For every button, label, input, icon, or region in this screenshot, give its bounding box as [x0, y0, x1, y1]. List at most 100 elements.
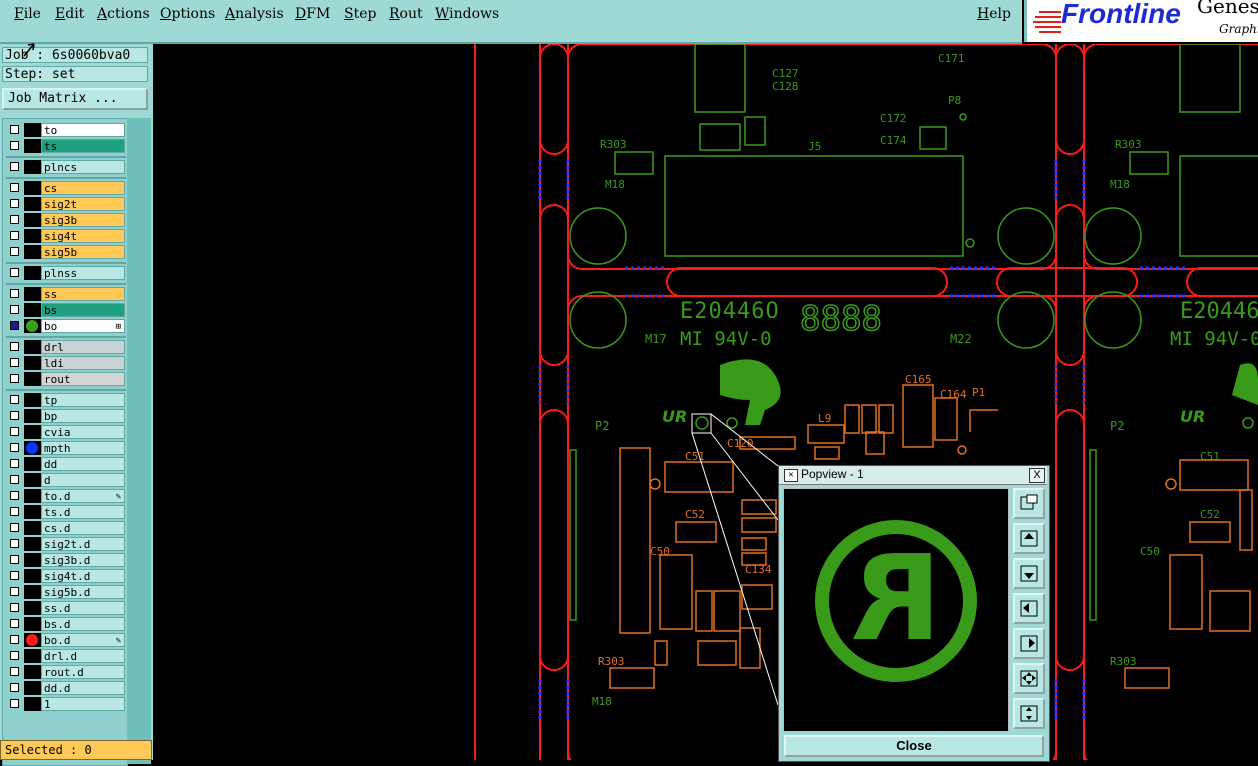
layer-row[interactable]: drl.d — [6, 649, 126, 664]
layer-name[interactable]: drl — [41, 340, 125, 354]
layer-color-well[interactable] — [24, 505, 41, 519]
layer-row[interactable]: rout — [6, 372, 126, 387]
layer-name[interactable]: sig2t — [41, 197, 125, 211]
layer-checkbox[interactable] — [10, 683, 19, 692]
menu-step[interactable]: Step — [344, 6, 376, 22]
layer-color-well[interactable] — [24, 697, 41, 711]
layer-checkbox[interactable] — [10, 162, 19, 171]
layer-name[interactable]: dd.d — [41, 681, 125, 695]
layer-checkbox[interactable] — [10, 491, 19, 500]
layer-name[interactable]: sig2t.d — [41, 537, 125, 551]
layer-color-well[interactable] — [24, 245, 41, 259]
layer-row[interactable]: bp — [6, 409, 126, 424]
layer-row[interactable]: sig4t — [6, 229, 126, 244]
layer-checkbox[interactable] — [10, 289, 19, 298]
layer-color-well[interactable] — [24, 372, 41, 386]
layer-row[interactable]: ss — [6, 287, 126, 302]
layer-name[interactable]: sig5b.d — [41, 585, 125, 599]
layer-checkbox[interactable] — [10, 539, 19, 548]
popview-close-button[interactable]: Close — [784, 735, 1044, 757]
layer-name[interactable]: plnss — [41, 266, 125, 280]
layer-row[interactable]: ss.d — [6, 601, 126, 616]
layer-checkbox[interactable] — [10, 523, 19, 532]
layer-name[interactable]: rout.d — [41, 665, 125, 679]
layer-checkbox[interactable] — [10, 141, 19, 150]
layer-row[interactable]: plncs — [6, 160, 126, 175]
zoom-in-button[interactable] — [1013, 698, 1045, 729]
layer-checkbox[interactable] — [10, 443, 19, 452]
layer-checkbox[interactable] — [10, 459, 19, 468]
layer-row[interactable]: sig2t.d — [6, 537, 126, 552]
layer-color-well[interactable] — [24, 356, 41, 370]
layer-color-well[interactable] — [24, 213, 41, 227]
layer-color-well[interactable] — [24, 649, 41, 663]
popview-titlebar[interactable]: ✕ Popview - 1 X — [779, 466, 1047, 485]
layer-checkbox[interactable] — [10, 342, 19, 351]
layer-checkbox[interactable] — [10, 268, 19, 277]
layer-row[interactable]: ts.d — [6, 505, 126, 520]
layer-name[interactable]: tp — [41, 393, 125, 407]
layer-name[interactable]: bs — [41, 303, 125, 317]
layer-row[interactable]: bo.d ✎ — [6, 633, 126, 648]
layer-checkbox[interactable] — [10, 651, 19, 660]
layer-color-well[interactable] — [24, 266, 41, 280]
layer-checkbox[interactable] — [10, 183, 19, 192]
layer-name[interactable]: drl.d — [41, 649, 125, 663]
layer-checkbox[interactable] — [10, 395, 19, 404]
layer-checkbox[interactable] — [10, 247, 19, 256]
layer-checkbox[interactable] — [10, 571, 19, 580]
layer-list-scrollbar[interactable] — [127, 118, 151, 764]
layer-row[interactable]: ts — [6, 139, 126, 154]
layer-row[interactable]: d — [6, 473, 126, 488]
layer-color-well[interactable] — [24, 489, 41, 503]
layer-name[interactable]: bp — [41, 409, 125, 423]
layer-checkbox[interactable] — [10, 215, 19, 224]
menu-rout[interactable]: Rout — [389, 6, 423, 22]
layer-name[interactable]: sig4t.d — [41, 569, 125, 583]
layer-checkbox[interactable] — [10, 699, 19, 708]
layer-row[interactable]: bs.d — [6, 617, 126, 632]
layer-checkbox[interactable] — [10, 321, 19, 330]
layer-color-well[interactable] — [24, 553, 41, 567]
layer-row[interactable]: sig2t — [6, 197, 126, 212]
layer-name[interactable]: sig3b.d — [41, 553, 125, 567]
layer-color-well[interactable] — [24, 617, 41, 631]
layer-color-well[interactable] — [24, 393, 41, 407]
layer-row[interactable]: rout.d — [6, 665, 126, 680]
layer-color-well[interactable] — [24, 181, 41, 195]
layer-checkbox[interactable] — [10, 603, 19, 612]
layer-name[interactable]: sig3b — [41, 213, 125, 227]
layer-checkbox[interactable] — [10, 555, 19, 564]
layer-row[interactable]: tp — [6, 393, 126, 408]
layer-checkbox[interactable] — [10, 358, 19, 367]
layer-name[interactable]: cs.d — [41, 521, 125, 535]
layer-color-well[interactable] — [24, 585, 41, 599]
layer-row[interactable]: to.d ✎ — [6, 489, 126, 504]
pan-right-button[interactable] — [1013, 628, 1045, 659]
layer-name[interactable]: dd — [41, 457, 125, 471]
layer-checkbox[interactable] — [10, 427, 19, 436]
menu-edit[interactable]: Edit — [55, 6, 84, 22]
layer-name[interactable]: 1 — [41, 697, 125, 711]
layer-name[interactable]: sig4t — [41, 229, 125, 243]
layer-row[interactable]: cs.d — [6, 521, 126, 536]
layer-name[interactable]: ss.d — [41, 601, 125, 615]
layer-color-well[interactable] — [24, 287, 41, 301]
layer-name[interactable]: bo.d ✎ — [41, 633, 125, 647]
layer-name[interactable]: d — [41, 473, 125, 487]
popview-canvas[interactable]: R — [783, 488, 1009, 732]
layer-color-well[interactable] — [24, 521, 41, 535]
layer-name[interactable]: ts — [41, 139, 125, 153]
layer-row[interactable]: plnss — [6, 266, 126, 281]
layer-name[interactable]: ts.d — [41, 505, 125, 519]
layer-checkbox[interactable] — [10, 411, 19, 420]
pan-up-button[interactable] — [1013, 523, 1045, 554]
layer-row[interactable]: bs — [6, 303, 126, 318]
layer-checkbox[interactable] — [10, 475, 19, 484]
menu-options[interactable]: Options — [160, 6, 215, 22]
layer-color-well[interactable] — [24, 229, 41, 243]
window-menu-icon[interactable]: ✕ — [784, 469, 798, 482]
menu-analysis[interactable]: Analysis — [225, 6, 284, 22]
layer-name[interactable]: ldi — [41, 356, 125, 370]
layer-color-well[interactable] — [24, 569, 41, 583]
